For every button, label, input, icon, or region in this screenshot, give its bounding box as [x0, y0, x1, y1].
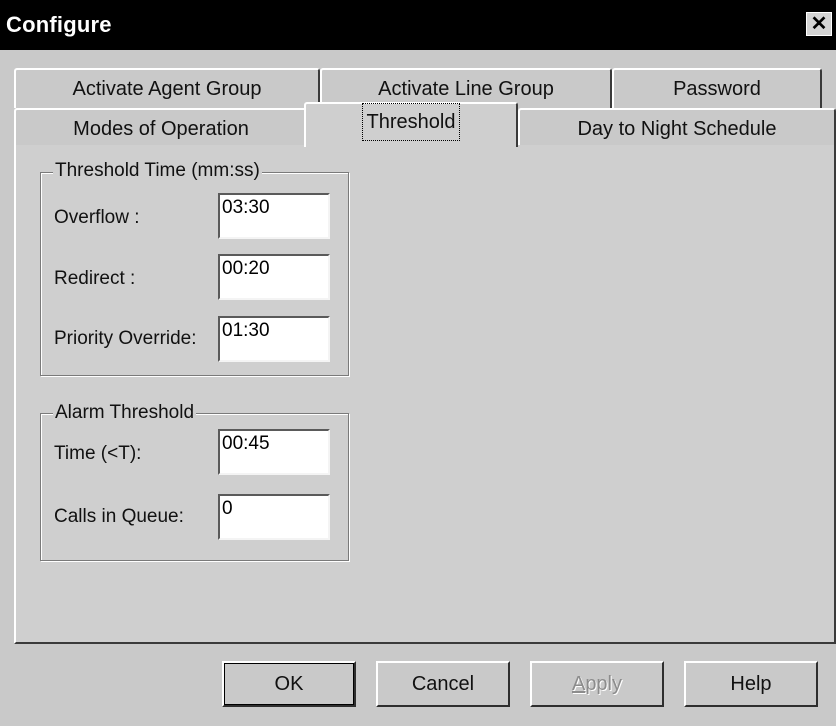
ok-button[interactable]: OK [222, 661, 356, 707]
redirect-field[interactable]: 00:20 [218, 254, 330, 300]
overflow-label: Overflow : [54, 207, 140, 228]
cancel-button[interactable]: Cancel [376, 661, 510, 707]
tab-threshold[interactable]: Threshold [304, 102, 518, 147]
tab-label: Threshold [361, 103, 461, 141]
tab-label: Password [673, 78, 761, 100]
calls-in-queue-label: Calls in Queue: [54, 506, 184, 527]
apply-mnemonic: A [571, 673, 586, 695]
window-title: Configure [6, 12, 112, 37]
tab-label: Day to Night Schedule [577, 118, 777, 140]
alarm-threshold-legend: Alarm Threshold [53, 402, 197, 424]
configure-dialog: Configure ✕ Activate Agent Group Activat… [0, 0, 836, 726]
apply-button[interactable]: Apply [530, 661, 664, 707]
alarm-time-field[interactable]: 00:45 [218, 429, 330, 475]
calls-in-queue-field[interactable]: 0 [218, 494, 330, 540]
tab-modes-of-operation[interactable]: Modes of Operation [14, 108, 308, 145]
tab-label: Modes of Operation [73, 118, 249, 140]
alarm-time-label: Time (<T): [54, 443, 142, 464]
priority-override-label: Priority Override: [54, 328, 197, 349]
close-icon[interactable]: ✕ [806, 12, 832, 36]
help-button[interactable]: Help [684, 661, 818, 707]
title-bar[interactable]: Configure ✕ [0, 0, 836, 50]
threshold-time-legend: Threshold Time (mm:ss) [53, 160, 262, 182]
tab-day-to-night-schedule[interactable]: Day to Night Schedule [518, 108, 836, 145]
tab-password[interactable]: Password [612, 68, 822, 108]
apply-label-rest: pply [585, 673, 623, 695]
tab-label: Activate Agent Group [72, 78, 262, 100]
overflow-field[interactable]: 03:30 [218, 193, 330, 239]
redirect-label: Redirect : [54, 268, 136, 289]
tab-activate-agent-group[interactable]: Activate Agent Group [14, 68, 320, 108]
priority-override-field[interactable]: 01:30 [218, 316, 330, 362]
